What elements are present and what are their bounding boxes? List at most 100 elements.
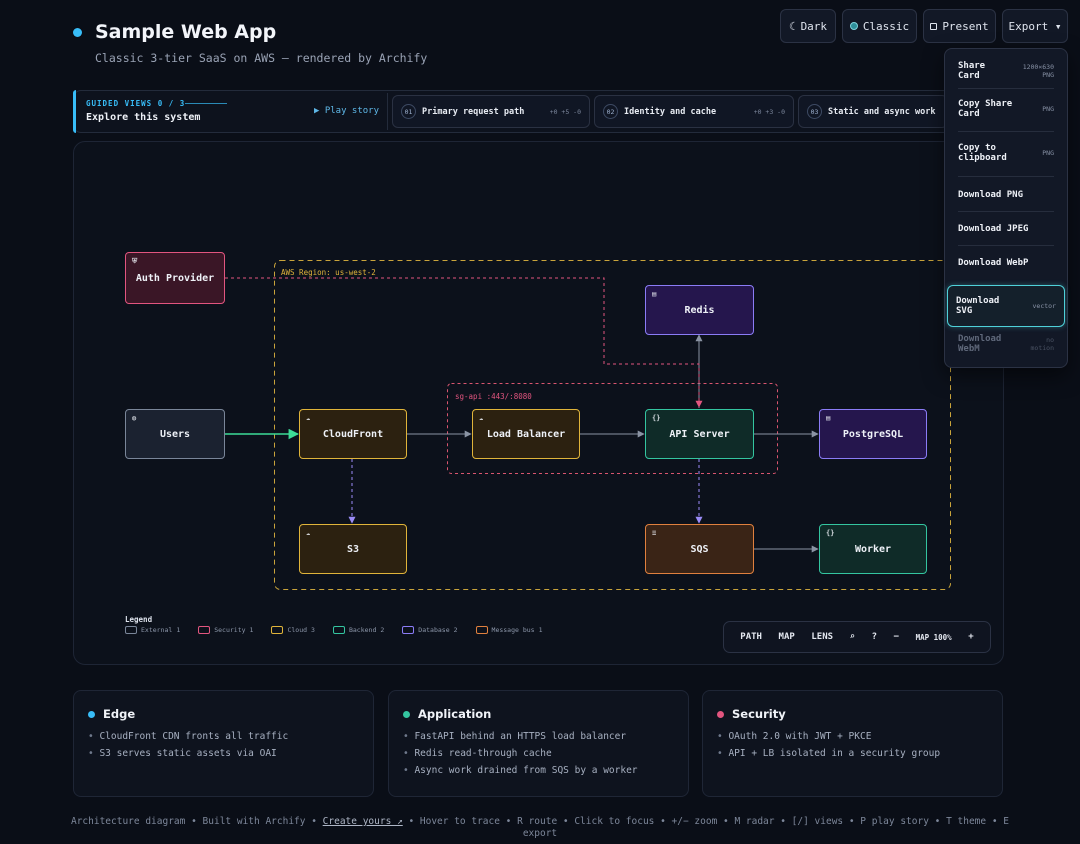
cloud-icon: ☁ (479, 414, 484, 422)
node-worker[interactable]: {} Worker (819, 524, 927, 574)
zoom-out-button[interactable]: − (894, 632, 899, 642)
canvas-controls: PATH MAP LENS ⌕ ? − MAP 100% + (723, 621, 991, 653)
node-label: CloudFront (322, 428, 384, 440)
card-item: API + LB isolated in a security group (717, 748, 988, 759)
legend-item-external: External 1 (125, 626, 180, 634)
aws-region-label: AWS Region: us-west-2 (281, 268, 376, 277)
card-security: Security OAuth 2.0 with JWT + PKCE API +… (702, 690, 1003, 797)
card-title: Edge (103, 707, 136, 721)
legend-swatch (402, 626, 415, 634)
globe-icon: ◍ (132, 414, 137, 422)
legend-swatch (125, 626, 137, 634)
menu-item-label: Share Card (958, 61, 986, 81)
footer-text: Architecture diagram • Built with Archif… (70, 816, 323, 827)
menu-item-hint: PNG (1042, 105, 1054, 113)
security-group-label: sg-api :443/:8080 (455, 392, 532, 401)
database-icon: ▤ (652, 290, 657, 298)
card-item: CloudFront CDN fronts all traffic (88, 731, 359, 742)
legend-count: 1 (538, 626, 543, 634)
node-auth-provider[interactable]: ⛨ Auth Provider (125, 252, 225, 304)
queue-icon: ≡ (652, 529, 657, 537)
node-label: Redis (684, 304, 715, 316)
node-cloudfront[interactable]: ☁ CloudFront (299, 409, 407, 459)
search-icon[interactable]: ⌕ (850, 632, 855, 642)
menu-item-label: Copy Share Card (958, 99, 1013, 119)
menu-item-label: Download JPEG (958, 224, 1029, 234)
card-header: Edge (88, 707, 359, 721)
card-title: Security (732, 707, 786, 721)
menu-copy-clipboard[interactable]: Copy to clipboard PNG (950, 138, 1062, 168)
node-label: API Server (669, 428, 730, 440)
node-api-server[interactable]: {} API Server (645, 409, 754, 459)
card-item: S3 serves static assets via OAI (88, 748, 359, 759)
map-button[interactable]: MAP (779, 632, 795, 642)
menu-share-card[interactable]: Share Card 1200×630 PNG (950, 56, 1062, 86)
cloud-icon: ☁ (306, 414, 311, 422)
menu-item-label: Download WebP (958, 258, 1029, 268)
card-item: FastAPI behind an HTTPS load balancer (403, 731, 674, 742)
card-application: Application FastAPI behind an HTTPS load… (388, 690, 689, 797)
legend-count: 2 (453, 626, 458, 634)
menu-item-hint: no motion (1030, 336, 1054, 352)
path-button[interactable]: PATH (740, 632, 762, 642)
legend-swatch (332, 626, 345, 634)
menu-separator (958, 131, 1054, 132)
menu-item-hint: 1200×630 PNG (1022, 63, 1054, 79)
card-list: OAuth 2.0 with JWT + PKCE API + LB isola… (717, 731, 988, 759)
legend-item-message-bus: Message bus 1 (475, 626, 543, 634)
node-label: PostgreSQL (842, 428, 904, 440)
menu-separator (958, 211, 1054, 212)
menu-separator (958, 176, 1054, 177)
menu-copy-share-card[interactable]: Copy Share Card PNG (950, 94, 1062, 124)
card-edge: Edge CloudFront CDN fronts all traffic S… (73, 690, 374, 797)
card-header: Application (403, 707, 674, 721)
menu-download-webp[interactable]: Download WebP (950, 251, 1062, 275)
menu-download-jpeg[interactable]: Download JPEG (950, 217, 1062, 241)
legend-item-security: Security 1 (198, 626, 253, 634)
card-item: OAuth 2.0 with JWT + PKCE (717, 731, 988, 742)
node-users[interactable]: ◍ Users (125, 409, 225, 459)
menu-download-svg[interactable]: Download SVG vector (947, 285, 1065, 327)
node-sqs[interactable]: ≡ SQS (645, 524, 754, 574)
zoom-in-button[interactable]: + (968, 632, 973, 642)
legend-count: 3 (311, 626, 315, 634)
create-yours-link[interactable]: Create yours ↗ (323, 816, 403, 827)
legend-label: Backend (348, 626, 377, 634)
legend-count: 2 (380, 626, 385, 634)
footer-shortcuts: • Hover to trace • R route • Click to fo… (402, 816, 1009, 839)
node-redis[interactable]: ▤ Redis (645, 285, 754, 335)
node-label: Load Balancer (486, 428, 566, 440)
help-button[interactable]: ? (872, 632, 877, 642)
database-icon: ▤ (826, 414, 831, 422)
node-load-balancer[interactable]: ☁ Load Balancer (472, 409, 580, 459)
menu-download-png[interactable]: Download PNG (950, 183, 1062, 207)
legend-item-cloud: Cloud 3 (271, 626, 315, 634)
legend-item-database: Database 2 (402, 626, 458, 634)
menu-download-webm[interactable]: Download WebM no motion (950, 330, 1062, 358)
legend-label: Message bus (491, 626, 535, 634)
menu-separator (958, 88, 1054, 89)
cloud-icon: ☁ (306, 529, 311, 537)
node-postgresql[interactable]: ▤ PostgreSQL (819, 409, 927, 459)
menu-item-label: Download WebM (958, 334, 1002, 354)
footer: Architecture diagram • Built with Archif… (70, 816, 1010, 840)
menu-item-hint: PNG (1042, 149, 1054, 157)
code-icon: {} (826, 529, 835, 537)
legend-item-backend: Backend 2 (332, 626, 385, 634)
card-item: Async work drained from SQS by a worker (403, 765, 674, 776)
node-label: SQS (690, 543, 709, 555)
lens-button[interactable]: LENS (811, 632, 833, 642)
legend: External 1 Security 1 Cloud 3 Backend 2 … (125, 626, 543, 634)
node-s3[interactable]: ☁ S3 (299, 524, 407, 574)
legend-count: 1 (249, 626, 254, 634)
legend-label: Cloud (287, 626, 308, 634)
card-header: Security (717, 707, 988, 721)
card-dot (403, 710, 410, 718)
menu-item-label: Download PNG (958, 190, 1024, 200)
card-title: Application (418, 707, 492, 721)
legend-swatch (475, 626, 488, 634)
shield-icon: ⛨ (132, 257, 138, 265)
node-label: Worker (854, 543, 892, 555)
card-dot (717, 710, 724, 718)
menu-item-label: Download SVG (956, 296, 1000, 316)
